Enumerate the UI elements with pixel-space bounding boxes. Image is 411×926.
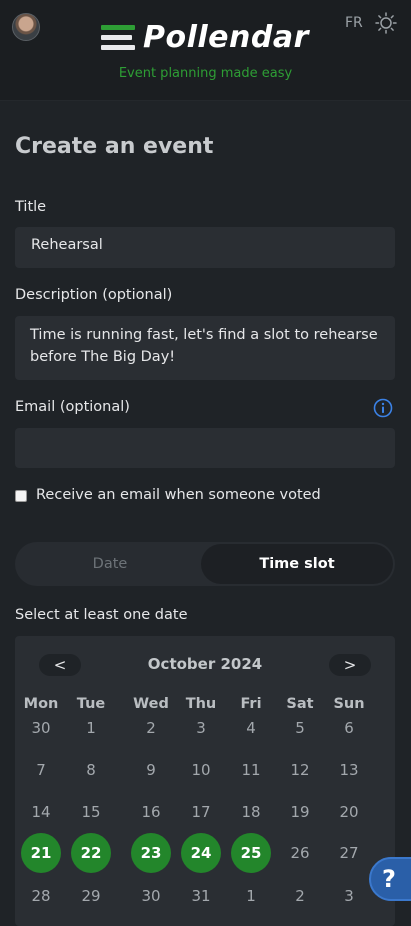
page-title: Create an event xyxy=(15,134,214,159)
calendar-day[interactable]: 27 xyxy=(329,833,369,873)
calendar-day[interactable]: 3 xyxy=(181,708,221,748)
help-button[interactable]: ? xyxy=(369,857,411,901)
language-switch[interactable]: FR xyxy=(345,15,363,31)
description-label: Description (optional) xyxy=(15,287,173,303)
info-icon[interactable] xyxy=(373,398,393,418)
calendar: < October 2024 > Mon Tue Wed Thu Fri Sat Sun 30… xyxy=(15,636,395,926)
calendar-day[interactable]: 4 xyxy=(231,708,271,748)
calendar-day[interactable]: 9 xyxy=(131,750,171,790)
calendar-day[interactable]: 29 xyxy=(71,876,111,916)
next-month-button[interactable]: > xyxy=(329,654,371,676)
calendar-day[interactable]: 31 xyxy=(181,876,221,916)
logo-icon xyxy=(101,24,135,50)
calendar-day[interactable]: 1 xyxy=(231,876,271,916)
calendar-day[interactable]: 30 xyxy=(131,876,171,916)
email-label: Email (optional) xyxy=(15,399,130,415)
calendar-day[interactable]: 28 xyxy=(21,876,61,916)
calendar-day[interactable]: 5 xyxy=(280,708,320,748)
calendar-day[interactable]: 24 xyxy=(181,833,221,873)
calendar-day[interactable]: 13 xyxy=(329,750,369,790)
select-date-label: Select at least one date xyxy=(15,607,188,623)
calendar-day[interactable]: 23 xyxy=(131,833,171,873)
calendar-day[interactable]: 21 xyxy=(21,833,61,873)
calendar-day[interactable]: 20 xyxy=(329,792,369,832)
user-avatar[interactable] xyxy=(12,13,40,41)
calendar-day[interactable]: 8 xyxy=(71,750,111,790)
calendar-day[interactable]: 19 xyxy=(280,792,320,832)
toggle-date[interactable]: Date xyxy=(15,542,205,586)
calendar-day[interactable]: 26 xyxy=(280,833,320,873)
calendar-day[interactable]: 30 xyxy=(21,708,61,748)
toggle-time-slot[interactable]: Time slot xyxy=(201,544,393,584)
logo-text: Pollendar xyxy=(143,19,309,55)
calendar-day[interactable]: 6 xyxy=(329,708,369,748)
app-header: Pollendar Event planning made easy FR xyxy=(0,0,411,101)
calendar-day[interactable]: 14 xyxy=(21,792,61,832)
calendar-day[interactable]: 15 xyxy=(71,792,111,832)
calendar-day[interactable]: 2 xyxy=(280,876,320,916)
calendar-day[interactable]: 7 xyxy=(21,750,61,790)
calendar-day[interactable]: 10 xyxy=(181,750,221,790)
calendar-day[interactable]: 12 xyxy=(280,750,320,790)
mode-toggle: Date Time slot xyxy=(15,542,395,586)
email-input[interactable] xyxy=(15,428,395,468)
description-textarea[interactable]: Time is running fast, let's find a slot … xyxy=(15,316,395,380)
tagline: Event planning made easy xyxy=(118,66,293,81)
calendar-day[interactable]: 18 xyxy=(231,792,271,832)
calendar-day[interactable]: 16 xyxy=(131,792,171,832)
sun-icon[interactable] xyxy=(375,12,397,34)
calendar-day[interactable]: 22 xyxy=(71,833,111,873)
calendar-day[interactable]: 3 xyxy=(329,876,369,916)
calendar-day[interactable]: 25 xyxy=(231,833,271,873)
title-input[interactable]: Rehearsal xyxy=(15,227,395,268)
calendar-day[interactable]: 17 xyxy=(181,792,221,832)
calendar-day[interactable]: 11 xyxy=(231,750,271,790)
calendar-day[interactable]: 2 xyxy=(131,708,171,748)
notify-label[interactable]: Receive an email when someone voted xyxy=(36,487,321,503)
title-label: Title xyxy=(15,199,47,215)
notify-checkbox[interactable] xyxy=(15,490,27,502)
app-logo[interactable]: Pollendar xyxy=(101,19,309,55)
calendar-day[interactable]: 1 xyxy=(71,708,111,748)
